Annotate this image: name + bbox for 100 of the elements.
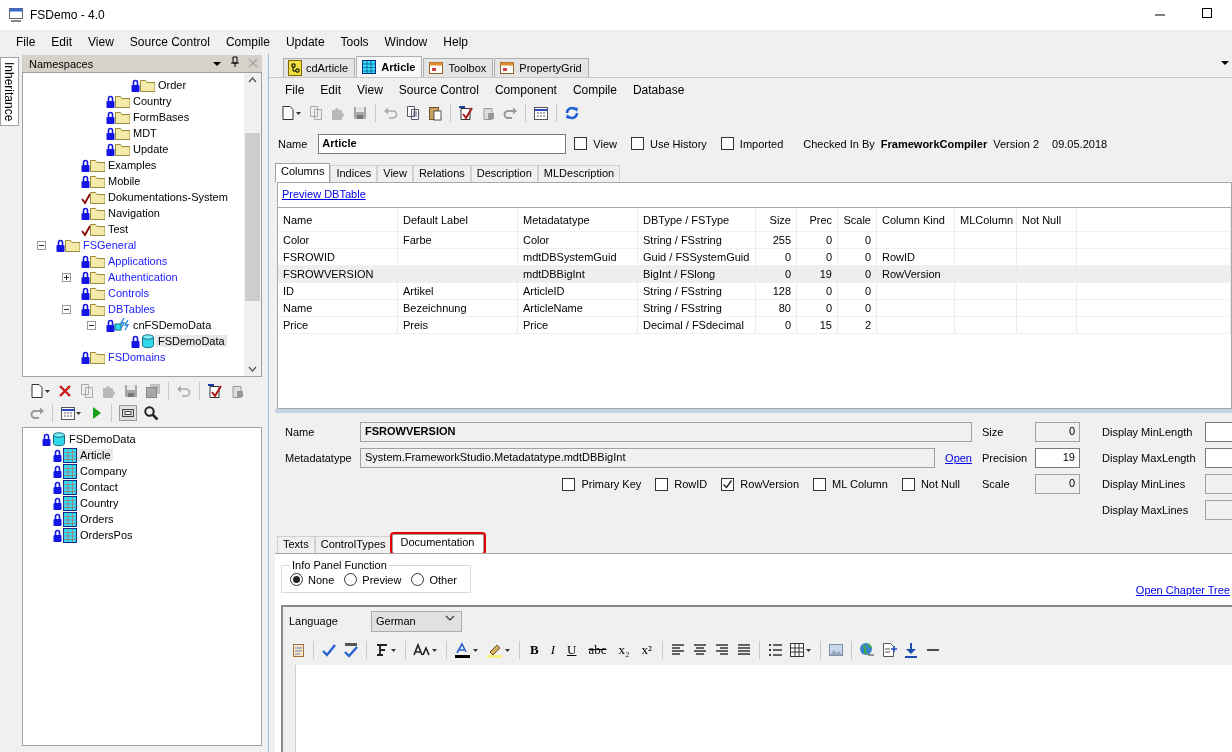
calendar-icon[interactable] [533,105,549,121]
menu-item[interactable]: View [80,33,122,51]
scrollbar[interactable] [244,73,261,376]
column-header[interactable]: Name [278,208,398,231]
tree-node[interactable]: FSDomains [81,349,171,365]
menu-item[interactable]: Tools [332,33,377,51]
align-left-icon[interactable] [669,642,686,658]
menu-item[interactable]: Source Control [390,80,487,99]
tree-node[interactable]: Navigation [81,205,165,221]
input-field[interactable] [1205,422,1232,442]
side-tab[interactable]: Inheritance [0,57,19,127]
format-button[interactable]: x₂ [612,642,636,658]
tab[interactable]: Texts [277,536,315,553]
document-tab[interactable]: Toolbox [423,58,494,77]
menu-item[interactable]: Source Control [121,33,218,51]
checkbox[interactable]: RowID [655,477,708,491]
name-field[interactable]: Article [318,133,567,154]
bullet-list-icon[interactable] [766,642,783,658]
tab[interactable]: Documentation [391,534,484,553]
tree-node[interactable]: Orders [53,511,119,527]
align-right-icon[interactable] [713,642,730,658]
menu-item[interactable]: Help [435,33,476,51]
font-size-icon[interactable] [413,642,439,658]
column-header[interactable]: Not Null [1017,208,1077,231]
radio-button[interactable]: None [290,573,335,586]
tree-node[interactable]: Contact [53,479,123,495]
spellcheck-icon[interactable] [321,642,337,658]
table-icon[interactable] [788,642,813,658]
save-icon[interactable] [123,383,139,399]
tab[interactable]: MLDescription [537,165,621,182]
refresh-icon[interactable] [564,105,580,121]
tree-node[interactable]: FormBases [106,109,195,125]
radio-button[interactable]: Other [411,573,457,586]
new-document-icon[interactable] [280,105,302,121]
document-tab[interactable]: Article [356,56,423,77]
delete-icon[interactable] [57,383,73,399]
tree-node[interactable]: Examples [81,157,162,173]
image-icon[interactable] [827,642,844,658]
table-row[interactable]: ID Artikel ArticleID String / FSstring 128 0 0 [278,283,1231,300]
scroll-down-icon[interactable] [248,366,257,372]
new-document-icon[interactable] [29,383,51,399]
tree-node[interactable]: Mobile [81,173,146,189]
table-row[interactable]: FSROWVERSION mdtDBBigInt BigInt / FSlong 0 19 0 RowVersion [278,266,1231,283]
column-header[interactable]: Metadatatype [518,208,638,231]
open-link[interactable]: Open [945,452,972,464]
format-button[interactable]: I [544,642,561,658]
window-icon[interactable] [119,405,137,421]
tree-node[interactable]: FSDemoData [42,431,141,447]
tab[interactable]: Description [470,165,538,182]
menu-item[interactable]: Edit [43,33,81,51]
menu-item[interactable]: Compile [564,80,625,99]
tree-node[interactable]: Test [81,221,134,237]
tree-node[interactable]: Order [131,77,192,93]
column-header[interactable]: Size [756,208,797,231]
collapse-icon[interactable] [87,320,96,330]
checkbox[interactable]: Primary Key [562,477,642,491]
column-header[interactable]: MLColumn [955,208,1017,231]
checkbox[interactable]: Imported [720,137,784,150]
format-button[interactable]: B [524,642,545,658]
menu-item[interactable]: File [277,80,313,99]
save-all-icon[interactable] [145,383,161,399]
tab[interactable]: Relations [412,165,471,182]
expand-icon[interactable] [62,272,71,282]
radio-button[interactable]: Preview [344,573,402,586]
font-icon[interactable] [374,642,398,658]
table-row[interactable]: Price Preis Price Decimal / FSdecimal 0 15 2 [278,317,1231,334]
paste-icon[interactable] [427,105,443,121]
tree-node[interactable]: MDT [106,125,162,141]
search-icon[interactable] [143,405,159,421]
collapse-icon[interactable] [37,240,46,250]
document-tab[interactable]: PropertyGrid [494,58,589,77]
format-button[interactable]: x² [635,642,658,658]
font-color-icon[interactable] [454,642,480,658]
tab[interactable]: Columns [275,163,331,182]
checkbox[interactable]: ML Column [813,477,888,491]
column-header[interactable]: Column Kind [877,208,955,231]
check-in-icon[interactable] [207,383,223,399]
align-center-icon[interactable] [691,642,708,658]
justify-icon[interactable] [735,642,752,658]
column-header[interactable]: Default Label [398,208,518,231]
save-icon[interactable] [352,105,368,121]
tree-node[interactable]: Company [53,463,133,479]
number-field[interactable]: 19 [1035,448,1080,468]
checkbox[interactable]: View [574,137,617,150]
column-header[interactable]: Scale [838,208,877,231]
tree-node[interactable]: cnFSDemoData [106,317,217,333]
document-tab[interactable]: cdArticle [283,58,356,77]
tree-node[interactable]: Dokumentations-System [81,189,233,205]
menu-item[interactable]: Update [277,33,333,51]
checkbox[interactable]: Use History [631,137,707,150]
column-header[interactable]: Prec [797,208,838,231]
menu-item[interactable]: View [349,80,391,99]
tree-node[interactable]: Controls [81,285,154,301]
spellcheck-all-icon[interactable] [343,642,359,658]
menu-item[interactable]: Component [486,80,565,99]
add-document-icon[interactable] [880,642,897,658]
preview-link[interactable]: Preview DBTable [282,188,366,200]
tab[interactable]: View [377,165,413,182]
calendar-icon[interactable] [60,405,82,421]
menu-item[interactable]: File [8,33,44,51]
